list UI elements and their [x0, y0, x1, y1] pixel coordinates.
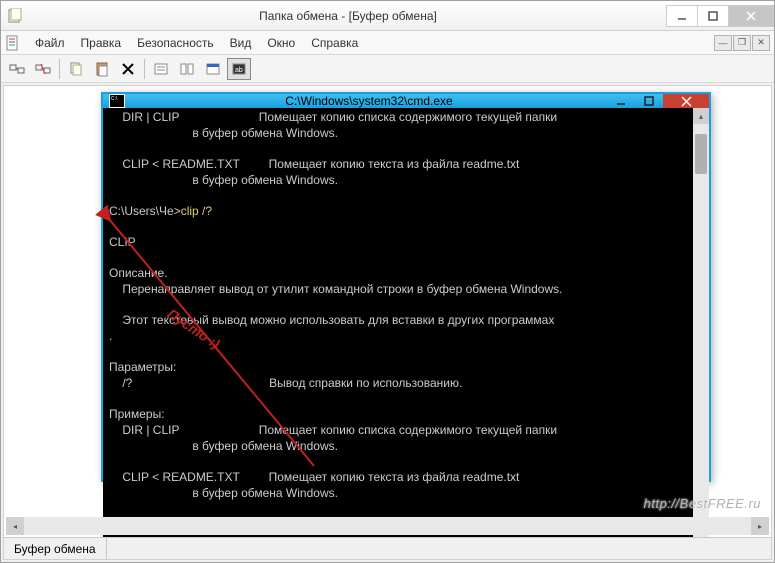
- cmd-title: C:\Windows\system32\cmd.exe: [131, 94, 607, 108]
- tool-copy-icon[interactable]: [64, 58, 88, 80]
- cmd-window: C:\Windows\system32\cmd.exe DIR | CLIP П…: [101, 92, 711, 482]
- menu-view[interactable]: Вид: [222, 34, 260, 52]
- status-panel: Буфер обмена: [4, 538, 107, 559]
- scroll-up-icon[interactable]: ▴: [693, 108, 709, 124]
- main-window: Папка обмена - [Буфер обмена] Файл Правк…: [0, 0, 775, 563]
- cmd-titlebar[interactable]: C:\Windows\system32\cmd.exe: [103, 94, 709, 108]
- menu-edit[interactable]: Правка: [73, 34, 130, 52]
- toolbar: ab: [1, 55, 774, 83]
- tool-list-icon[interactable]: [149, 58, 173, 80]
- mdi-restore-button[interactable]: ❐: [733, 35, 751, 51]
- minimize-button[interactable]: [666, 5, 698, 27]
- window-title: Папка обмена - [Буфер обмена]: [29, 9, 667, 23]
- menu-security[interactable]: Безопасность: [129, 34, 222, 52]
- hscroll-right-icon[interactable]: ▸: [751, 517, 769, 535]
- menu-help[interactable]: Справка: [303, 34, 366, 52]
- tool-disconnect-icon[interactable]: [31, 58, 55, 80]
- mdi-close-button[interactable]: ✕: [752, 35, 770, 51]
- cmd-icon: [109, 94, 125, 108]
- mdi-minimize-button[interactable]: —: [714, 35, 732, 51]
- menu-window[interactable]: Окно: [259, 34, 303, 52]
- statusbar: Буфер обмена: [4, 537, 771, 559]
- cmd-output[interactable]: DIR | CLIP Помещает копию списка содержи…: [103, 108, 693, 560]
- horizontal-scrollbar[interactable]: ◂ ▸: [6, 517, 769, 535]
- tool-window-icon[interactable]: [201, 58, 225, 80]
- watermark: http://BestFREE.ru: [644, 496, 761, 511]
- menubar: Файл Правка Безопасность Вид Окно Справк…: [1, 31, 774, 55]
- menu-file[interactable]: Файл: [27, 34, 73, 52]
- cmd-minimize-button[interactable]: [607, 94, 635, 108]
- app-icon: [7, 8, 23, 24]
- cmd-close-button[interactable]: [663, 94, 709, 108]
- tool-preview-icon[interactable]: ab: [227, 58, 251, 80]
- svg-text:ab: ab: [235, 67, 243, 74]
- tool-tile-icon[interactable]: [175, 58, 199, 80]
- client-area: C:\Windows\system32\cmd.exe DIR | CLIP П…: [3, 85, 772, 560]
- doc-icon: [5, 35, 21, 51]
- cmd-maximize-button[interactable]: [635, 94, 663, 108]
- tool-connect-icon[interactable]: [5, 58, 29, 80]
- tool-delete-icon[interactable]: [116, 58, 140, 80]
- scroll-thumb[interactable]: [695, 134, 707, 174]
- outer-titlebar: Папка обмена - [Буфер обмена]: [1, 1, 774, 31]
- tool-paste-icon[interactable]: [90, 58, 114, 80]
- cmd-scrollbar[interactable]: ▴ ▾: [693, 108, 709, 560]
- hscroll-left-icon[interactable]: ◂: [6, 517, 24, 535]
- close-button[interactable]: [728, 5, 774, 27]
- maximize-button[interactable]: [697, 5, 729, 27]
